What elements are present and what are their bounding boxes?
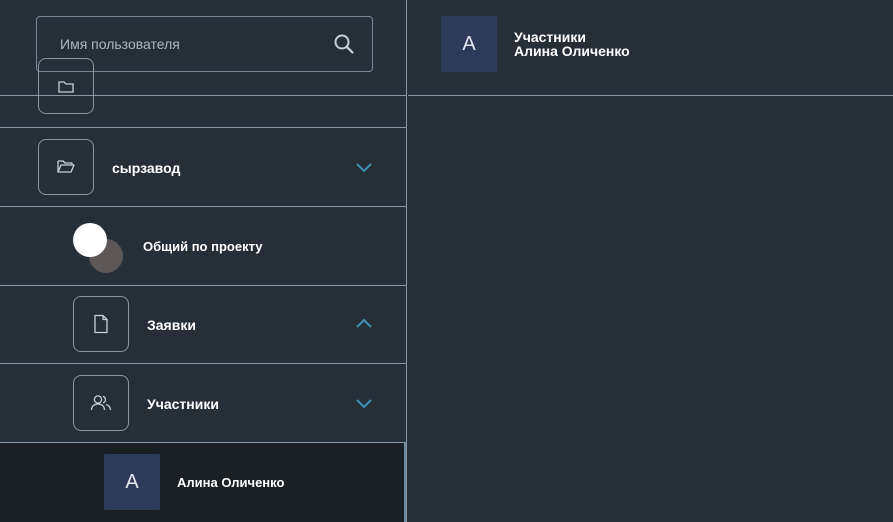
row-icon-box [38,139,94,195]
tree-row-label: сырзавод [112,160,181,176]
avatar: А [104,454,160,510]
toggle-knob [73,223,107,257]
header-subtitle: Алина Оличенко [514,43,630,59]
header-avatar: А [441,16,497,72]
chevron-down-icon[interactable] [355,397,373,409]
tree-row-label: Заявки [147,317,196,333]
users-icon [90,395,112,411]
header-text: Участники Алина Оличенко [514,30,630,58]
row-icon-box [38,58,94,114]
tree-row-project[interactable]: сырзавод [0,128,406,207]
tree-row-overall[interactable]: Общий по проекту [0,207,406,286]
tree-row-cutoff[interactable] [0,58,406,128]
tree-row-label: Общий по проекту [143,239,263,254]
chevron-up-icon[interactable] [355,317,373,329]
tree-row-members[interactable]: Участники [0,364,406,443]
search-icon[interactable] [333,33,355,55]
member-name: Алина Оличенко [177,475,285,490]
app: сырзавод Общий по проекту [0,0,893,522]
row-icon-box [73,296,129,352]
folder-icon [58,81,74,93]
chevron-down-icon[interactable] [355,161,373,173]
document-icon [94,314,108,334]
sidebar: сырзавод Общий по проекту [0,0,407,522]
row-icon-box [73,375,129,431]
header-title: Участники [514,29,586,45]
overall-toggle[interactable] [73,223,125,275]
main-header: А Участники Алина Оличенко [408,0,893,96]
tree-row-member-user[interactable]: А Алина Оличенко [0,443,406,522]
tree-row-label: Участники [147,396,219,412]
folder-open-icon [57,160,75,173]
tree-row-requests[interactable]: Заявки [0,286,406,364]
